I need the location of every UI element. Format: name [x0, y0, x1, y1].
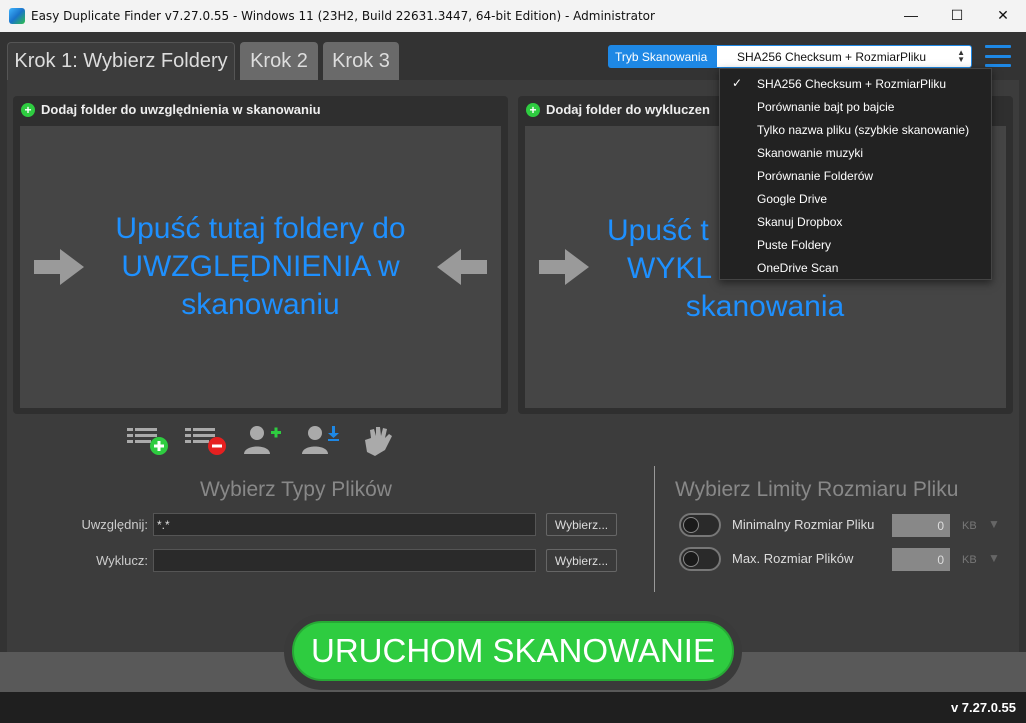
option-label: Tylko nazwa pliku (szybkie skanowanie) — [757, 122, 970, 137]
clear-hand-icon[interactable] — [357, 422, 403, 458]
scan-mode-select[interactable]: SHA256 Checksum + RozmiarPliku ▲ ▼ — [716, 45, 972, 68]
include-drop-text: Upuść tutaj foldery do UWZGLĘDNIENIA w s… — [115, 212, 406, 321]
scan-option-google-drive[interactable]: Google Drive — [720, 187, 991, 210]
arrow-right-icon — [539, 249, 589, 285]
folder-tools-row — [125, 422, 403, 458]
exclude-types-label: Wyklucz: — [96, 553, 148, 568]
add-exclude-folder-button[interactable]: + Dodaj folder do wykluczen — [526, 102, 710, 117]
option-label: Porównanie Folderów — [757, 168, 874, 183]
hamburger-menu-icon[interactable] — [985, 45, 1011, 67]
scan-option-sha256[interactable]: ✓ SHA256 Checksum + RozmiarPliku — [720, 72, 991, 95]
plus-icon: + — [526, 102, 540, 117]
include-drop-zone[interactable]: Upuść tutaj foldery do UWZGLĘDNIENIA w s… — [20, 126, 501, 408]
file-types-title: Wybierz Typy Plików — [200, 478, 392, 501]
select-arrows-icon: ▲ ▼ — [957, 48, 965, 64]
max-size-unit: KB — [962, 554, 977, 566]
scan-option-onedrive[interactable]: OneDrive Scan — [720, 256, 991, 279]
include-panel-header: Dodaj folder do uwzględnienia w skanowan… — [41, 102, 321, 117]
window-title: Easy Duplicate Finder v7.27.0.55 - Windo… — [31, 9, 655, 23]
start-scan-button[interactable]: URUCHOM SKANOWANIE — [292, 621, 734, 681]
section-divider — [654, 466, 655, 592]
scan-option-empty-folders[interactable]: Puste Foldery — [720, 233, 991, 256]
maximize-button[interactable]: ☐ — [934, 0, 980, 30]
max-size-label: Max. Rozmiar Plików — [732, 551, 854, 566]
arrow-left-icon — [437, 249, 487, 285]
checkmark-icon: ✓ — [732, 76, 743, 90]
include-types-label: Uwzględnij: — [81, 517, 148, 532]
exclude-drop-line-3: skanowania — [685, 290, 845, 323]
app-icon — [9, 8, 25, 24]
option-label: Skanowanie muzyki — [757, 145, 864, 160]
add-include-folder-button[interactable]: + Dodaj folder do uwzględnienia w skanow… — [21, 102, 321, 117]
include-types-input[interactable]: *.* — [153, 513, 536, 536]
min-size-label: Minimalny Rozmiar Pliku — [732, 517, 875, 532]
max-size-toggle[interactable] — [679, 547, 721, 571]
scan-mode-label: Tryb Skanowania — [608, 45, 716, 68]
option-label: OneDrive Scan — [757, 260, 839, 275]
min-size-toggle[interactable] — [679, 513, 721, 537]
include-folders-panel: + Dodaj folder do uwzględnienia w skanow… — [13, 96, 508, 414]
import-user-icon[interactable] — [299, 422, 345, 458]
option-label: Google Drive — [757, 191, 828, 206]
scan-mode-dropdown: ✓ SHA256 Checksum + RozmiarPliku Porównan… — [719, 68, 992, 280]
size-limits-title: Wybierz Limity Rozmiaru Pliku — [675, 478, 959, 501]
close-button[interactable]: ✕ — [980, 0, 1026, 30]
scan-option-music[interactable]: Skanowanie muzyki — [720, 141, 991, 164]
scan-mode-selected: SHA256 Checksum + RozmiarPliku — [737, 49, 927, 64]
scan-option-byte-compare[interactable]: Porównanie bajt po bajcie — [720, 95, 991, 118]
include-browse-button[interactable]: Wybierz... — [546, 513, 617, 536]
status-bar: v 7.27.0.55 — [0, 692, 1026, 723]
tab-step-3[interactable]: Krok 3 — [323, 42, 399, 80]
remove-list-icon[interactable] — [183, 422, 229, 458]
scan-option-folder-compare[interactable]: Porównanie Folderów — [720, 164, 991, 187]
exclude-browse-button[interactable]: Wybierz... — [546, 549, 617, 572]
version-label: v 7.27.0.55 — [950, 700, 1016, 715]
scan-option-dropbox[interactable]: Skanuj Dropbox — [720, 210, 991, 233]
tab-step-1[interactable]: Krok 1: Wybierz Foldery — [7, 42, 235, 80]
option-label: SHA256 Checksum + RozmiarPliku — [757, 76, 947, 91]
min-size-unit: KB — [962, 520, 977, 532]
plus-icon: + — [21, 102, 35, 117]
option-label: Porównanie bajt po bajcie — [757, 99, 895, 114]
title-bar: Easy Duplicate Finder v7.27.0.55 - Windo… — [0, 0, 1026, 32]
add-user-icon[interactable] — [241, 422, 287, 458]
tab-step-2[interactable]: Krok 2 — [240, 42, 318, 80]
window-controls: — ☐ ✕ — [888, 0, 1026, 32]
option-label: Skanuj Dropbox — [757, 214, 843, 229]
exclude-types-input[interactable] — [153, 549, 536, 572]
max-size-input[interactable]: 0 — [892, 548, 950, 571]
max-size-dropdown-icon[interactable]: ▼ — [988, 551, 1000, 565]
arrow-right-icon — [34, 249, 84, 285]
option-label: Puste Foldery — [757, 237, 832, 252]
min-size-input[interactable]: 0 — [892, 514, 950, 537]
min-size-dropdown-icon[interactable]: ▼ — [988, 517, 1000, 531]
add-list-icon[interactable] — [125, 422, 171, 458]
exclude-panel-header: Dodaj folder do wykluczen — [546, 102, 710, 117]
minimize-button[interactable]: — — [888, 0, 934, 30]
scan-option-filename-only[interactable]: Tylko nazwa pliku (szybkie skanowanie) — [720, 118, 991, 141]
